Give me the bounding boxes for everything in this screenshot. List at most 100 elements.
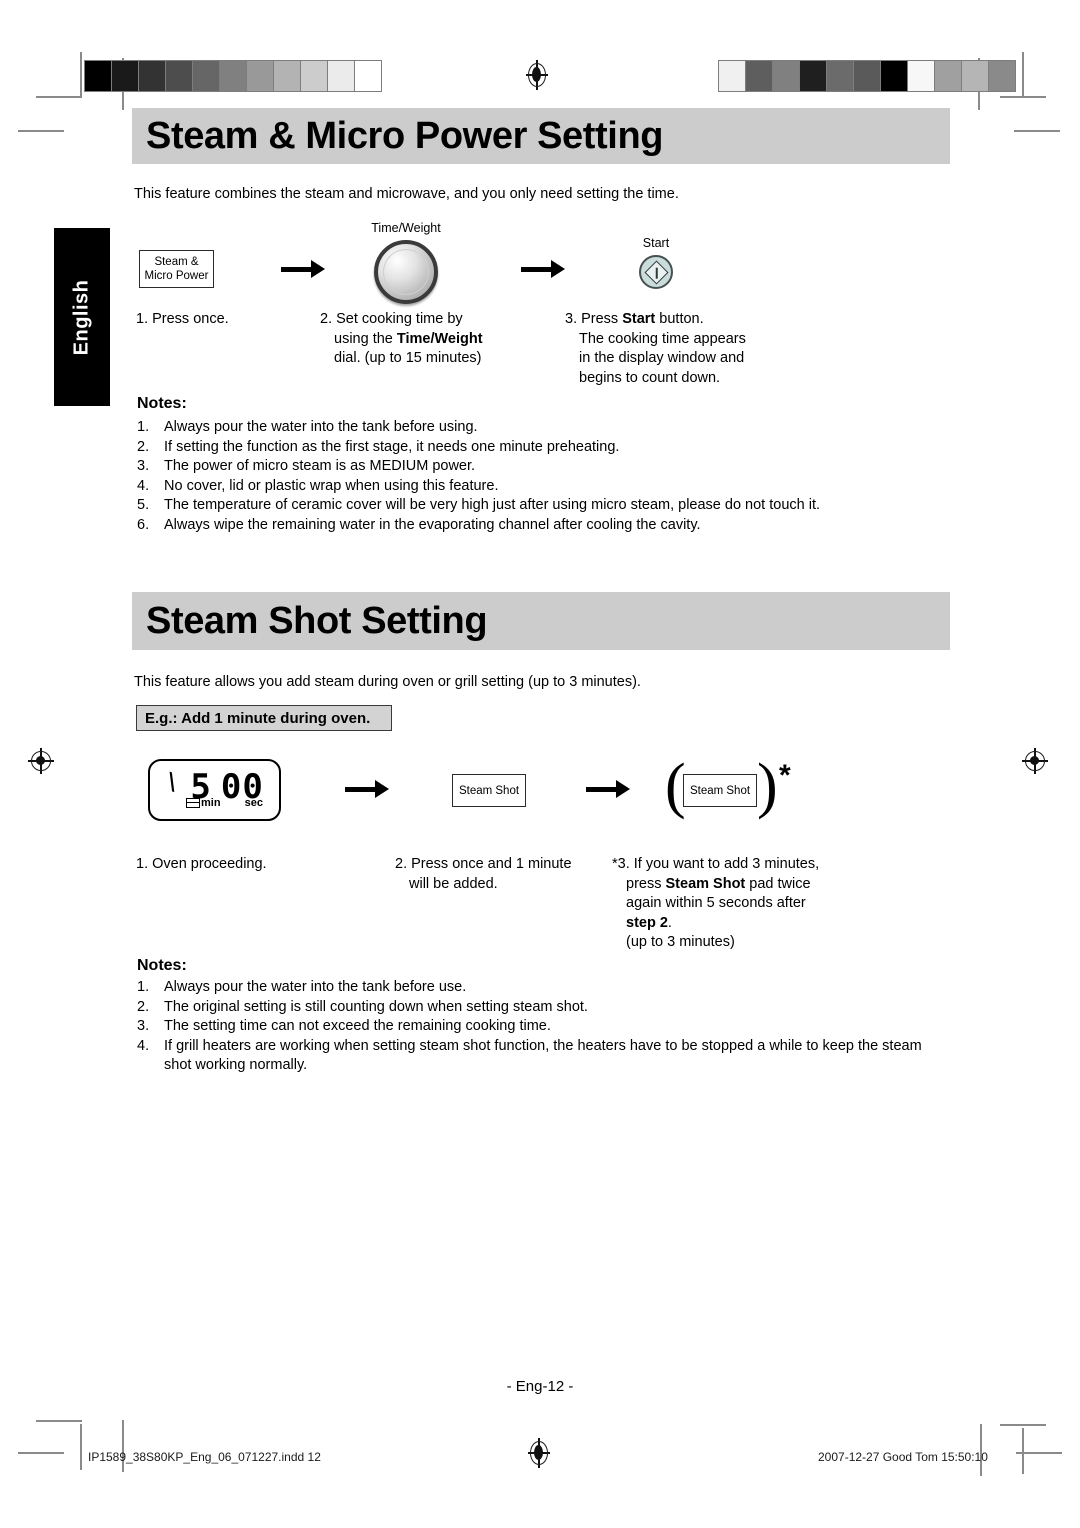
step-line: (up to 3 minutes) — [626, 934, 735, 950]
page-number: - Eng-12 - — [506, 1378, 574, 1395]
note-text: If grill heaters are working when settin… — [164, 1037, 922, 1074]
step-line: press Steam Shot pad twice — [626, 875, 811, 892]
section1-notes-title: Notes: — [137, 395, 187, 412]
crop-mark-bottom-left-h2 — [18, 1452, 64, 1454]
lcd-display: \ 5 00 min sec — [148, 759, 281, 821]
note-item: 2. If setting the function as the first s… — [137, 438, 947, 458]
crop-mark-top-right-h2 — [1014, 130, 1060, 132]
dial-caption: Time/Weight — [371, 221, 441, 235]
dial-time-weight[interactable] — [374, 240, 438, 304]
section1-step-2-text: 2. Set cooking time by using the Time/Wei… — [320, 310, 483, 369]
calibration-swatch-7 — [274, 61, 301, 91]
registration-mark-top — [526, 60, 548, 90]
step-line: using the Time/Weight — [334, 330, 483, 347]
note-text: Always pour the water into the tank befo… — [164, 979, 467, 995]
note-item: 6. Always wipe the remaining water in the… — [137, 516, 947, 536]
calibration-swatch-7 — [908, 61, 935, 91]
pad-steam-shot[interactable]: Steam Shot — [452, 774, 526, 807]
crop-mark-top-left-h — [36, 96, 82, 98]
section1-title: Steam & Micro Power Setting — [146, 114, 664, 157]
grayscale-calibration-bar-left — [84, 60, 382, 92]
pad-label-line1: Steam & — [154, 256, 199, 268]
calibration-swatch-0 — [719, 61, 746, 91]
section2-step-2-text: 2. Press once and 1 minute will be added. — [395, 855, 572, 894]
start-button-icon[interactable] — [639, 255, 673, 289]
calibration-swatch-3 — [166, 61, 193, 91]
note-item: 4. If grill heaters are working when sett… — [137, 1037, 937, 1076]
calibration-swatch-8 — [935, 61, 962, 91]
note-item: 3. The power of micro steam is as MEDIUM … — [137, 457, 947, 477]
lcd-sec-label: sec — [244, 797, 263, 809]
note-number: 3. — [137, 458, 150, 474]
note-number: 2. — [137, 998, 150, 1015]
calibration-swatch-0 — [85, 61, 112, 91]
section1-intro-text: This feature combines the steam and micr… — [134, 186, 679, 202]
section2-title: Steam Shot Setting — [146, 599, 488, 642]
pad-steam-shot-repeat[interactable]: Steam Shot — [683, 774, 757, 807]
note-text: The setting time can not exceed the rema… — [164, 1018, 551, 1034]
section-header-steam-micro-power: Steam & Micro Power Setting — [132, 108, 950, 164]
calibration-swatch-4 — [193, 61, 220, 91]
pad-steam-shot-repeat-label: Steam Shot — [689, 784, 751, 797]
section-header-steam-shot: Steam Shot Setting — [132, 592, 950, 650]
flow-arrow-4-icon — [586, 780, 630, 799]
calibration-swatch-6 — [881, 61, 908, 91]
language-tab-english: English — [54, 228, 110, 406]
calibration-swatch-10 — [989, 61, 1015, 91]
flow-arrow-2-icon — [521, 260, 565, 279]
step-line: The cooking time appears — [579, 330, 746, 347]
section1-step-3-text: 3. Press Start button. The cooking time a… — [565, 310, 746, 388]
footer-file-name: IP1589_38S80KP_Eng_06_071227.indd 12 — [88, 1450, 321, 1464]
calibration-swatch-1 — [112, 61, 139, 91]
step-line: *3. If you want to add 3 minutes, — [612, 856, 820, 872]
step-line: 1. Oven proceeding. — [136, 856, 267, 872]
note-number: 6. — [137, 516, 150, 533]
note-number: 1. — [137, 979, 150, 995]
crop-mark-bottom-right-v — [1022, 1428, 1024, 1474]
calibration-swatch-5 — [854, 61, 881, 91]
crop-mark-bottom-left-v — [80, 1424, 82, 1470]
calibration-swatch-9 — [328, 61, 355, 91]
calibration-swatch-6 — [247, 61, 274, 91]
pad-steam-and-micro-power[interactable]: Steam & Micro Power — [139, 250, 214, 288]
note-number: 3. — [137, 1018, 150, 1034]
note-number: 4. — [137, 477, 150, 494]
paren-close: ) — [757, 752, 778, 820]
language-tab-label: English — [70, 279, 93, 355]
section2-step-1-text: 1. Oven proceeding. — [136, 855, 267, 875]
note-number: 4. — [137, 1037, 150, 1054]
crop-mark-bottom-left-h — [36, 1420, 82, 1422]
note-text: If setting the function as the first sta… — [164, 438, 620, 455]
note-text: The power of micro steam is as MEDIUM po… — [164, 458, 476, 474]
pad-steam-shot-label: Steam Shot — [458, 784, 520, 797]
registration-mark-bottom — [528, 1438, 550, 1468]
note-item: 1. Always pour the water into the tank be… — [137, 978, 937, 998]
note-number: 5. — [137, 497, 150, 513]
calibration-swatch-2 — [139, 61, 166, 91]
step-line: in the display window and — [579, 350, 745, 366]
lcd-tray-icon — [186, 798, 200, 808]
start-button-caption: Start — [642, 236, 670, 250]
crop-mark-top-left-h2 — [18, 130, 64, 132]
note-item: 2. The original setting is still counting… — [137, 998, 937, 1018]
step-line: begins to count down. — [579, 369, 721, 386]
footnote-asterisk: * — [779, 759, 791, 792]
lcd-min-label: min — [201, 797, 221, 809]
manual-page: English Steam & Micro Power Setting This… — [0, 0, 1080, 1528]
note-text: Always pour the water into the tank befo… — [164, 419, 478, 435]
calibration-swatch-5 — [220, 61, 247, 91]
section2-step-3-text: *3. If you want to add 3 minutes, press S… — [612, 855, 819, 953]
note-item: 4. No cover, lid or plastic wrap when usi… — [137, 477, 947, 497]
calibration-swatch-2 — [773, 61, 800, 91]
step-line: step 2. — [626, 914, 672, 931]
note-item: 3. The setting time can not exceed the re… — [137, 1017, 937, 1037]
step-line: 1. Press once. — [136, 311, 229, 327]
step-line: 2. Press once and 1 minute — [395, 856, 572, 872]
note-number: 2. — [137, 438, 150, 455]
flow-arrow-3-icon — [345, 780, 389, 799]
section2-notes-title: Notes: — [137, 957, 187, 974]
note-item: 5. The temperature of ceramic cover will … — [137, 496, 947, 516]
calibration-swatch-10 — [355, 61, 381, 91]
step-line: again within 5 seconds after — [626, 895, 806, 911]
footer-timestamp: 2007-12-27 Good Tom 15:50:10 — [818, 1450, 988, 1464]
